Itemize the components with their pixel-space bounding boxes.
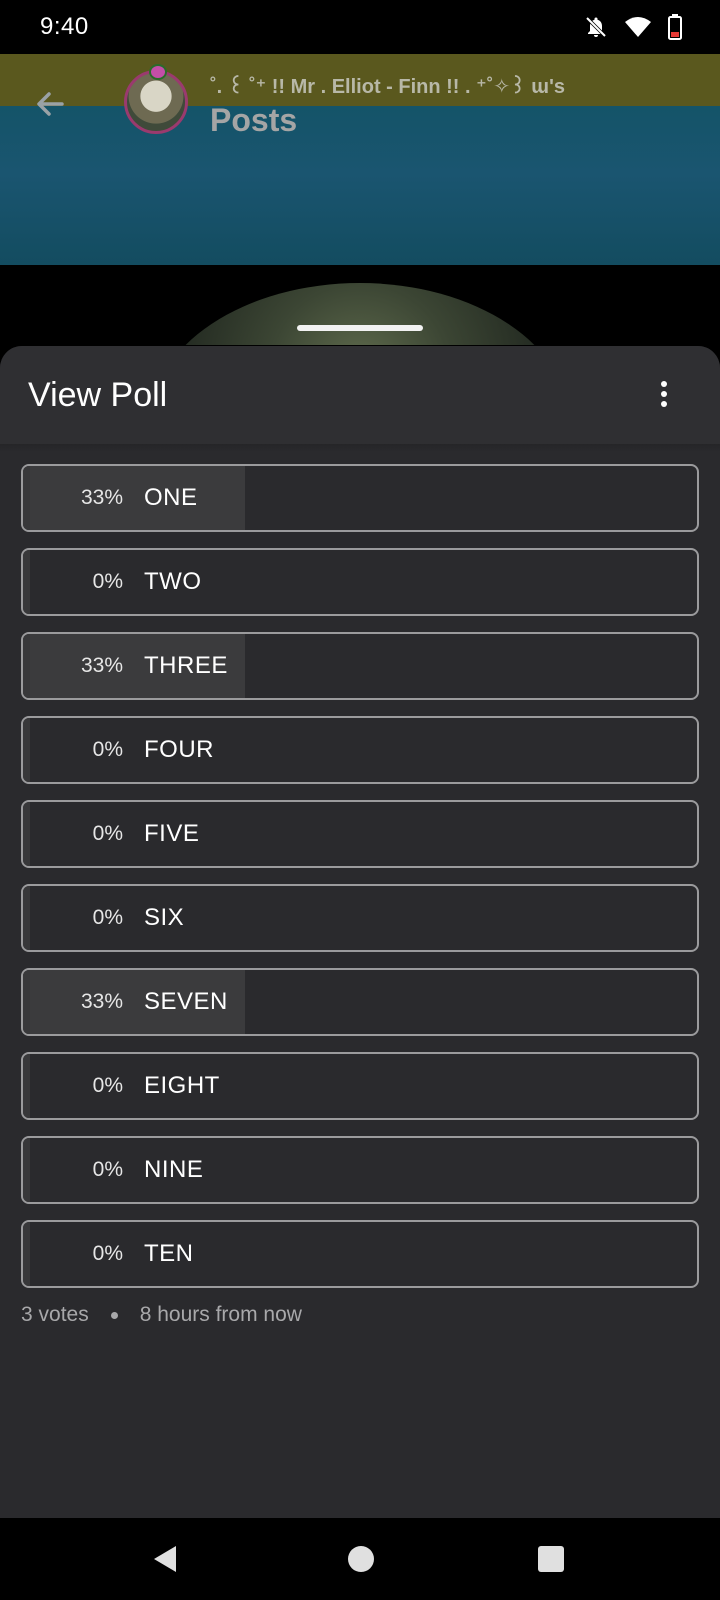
- option-label: SEVEN: [144, 988, 228, 1015]
- more-vertical-icon[interactable]: [648, 372, 680, 416]
- poll-option[interactable]: 33% SEVEN: [21, 968, 699, 1036]
- poll-time-left: 8 hours from now: [139, 1303, 302, 1326]
- notifications-off-icon: [584, 15, 608, 39]
- option-percent: 0%: [92, 1242, 123, 1265]
- poll-option[interactable]: 33% THREE: [21, 632, 699, 700]
- view-poll-sheet: View Poll 33% ONE 0% TWO 33% THREE 0% FOUR 0…: [0, 346, 720, 1518]
- option-label: TEN: [144, 1240, 194, 1267]
- poll-option[interactable]: 0% SIX: [21, 884, 699, 952]
- status-time: 9:40: [40, 13, 89, 40]
- poll-option[interactable]: 33% ONE: [21, 464, 699, 532]
- poll-options: 33% ONE 0% TWO 33% THREE 0% FOUR 0% FIVE 0% SI…: [21, 464, 699, 1304]
- option-label: FIVE: [144, 820, 200, 847]
- poll-option[interactable]: 0% TEN: [21, 1220, 699, 1288]
- option-percent: 0%: [92, 570, 123, 593]
- option-label: TWO: [144, 568, 202, 595]
- option-percent: 0%: [92, 1074, 123, 1097]
- header-title: ˚. ꒰ ˚⁺ !! Mr . Elliot - Finn !! . ⁺˚✧꒱ …: [210, 76, 565, 98]
- wifi-icon: [624, 16, 652, 38]
- sheet-header: View Poll: [0, 346, 720, 444]
- cover-image: [0, 265, 720, 345]
- option-percent: 33%: [80, 486, 123, 509]
- option-percent: 0%: [92, 1158, 123, 1181]
- nav-back-icon[interactable]: [152, 1544, 178, 1579]
- poll-footer: 3 votes 8 hours from now: [21, 1303, 302, 1327]
- sheet-title: View Poll: [28, 376, 168, 414]
- moon-image: [150, 283, 570, 345]
- divider: [0, 444, 720, 452]
- option-percent: 0%: [92, 738, 123, 761]
- poll-option[interactable]: 0% FIVE: [21, 800, 699, 868]
- poll-option[interactable]: 0% FOUR: [21, 716, 699, 784]
- option-percent: 0%: [92, 906, 123, 929]
- vote-count: 3 votes: [21, 1303, 89, 1326]
- option-label: EIGHT: [144, 1072, 220, 1099]
- back-arrow-icon[interactable]: [30, 84, 70, 124]
- avatar-badge-icon: [149, 64, 167, 80]
- poll-option[interactable]: 0% TWO: [21, 548, 699, 616]
- option-label: NINE: [144, 1156, 204, 1183]
- poll-option[interactable]: 0% NINE: [21, 1136, 699, 1204]
- option-percent: 33%: [80, 990, 123, 1013]
- nav-recent-apps-icon[interactable]: [538, 1546, 564, 1572]
- poll-option[interactable]: 0% EIGHT: [21, 1052, 699, 1120]
- option-label: SIX: [144, 904, 185, 931]
- status-bar: 9:40: [0, 0, 720, 54]
- separator-dot: [110, 1311, 118, 1319]
- option-percent: 33%: [80, 654, 123, 677]
- option-label: ONE: [144, 484, 198, 511]
- battery-icon: [668, 14, 682, 40]
- page-title: Posts: [210, 102, 298, 138]
- nav-home-icon[interactable]: [348, 1546, 374, 1572]
- option-label: FOUR: [144, 736, 214, 763]
- option-label: THREE: [144, 652, 228, 679]
- sheet-drag-handle[interactable]: [297, 325, 423, 331]
- option-percent: 0%: [92, 822, 123, 845]
- status-icons: [584, 14, 682, 40]
